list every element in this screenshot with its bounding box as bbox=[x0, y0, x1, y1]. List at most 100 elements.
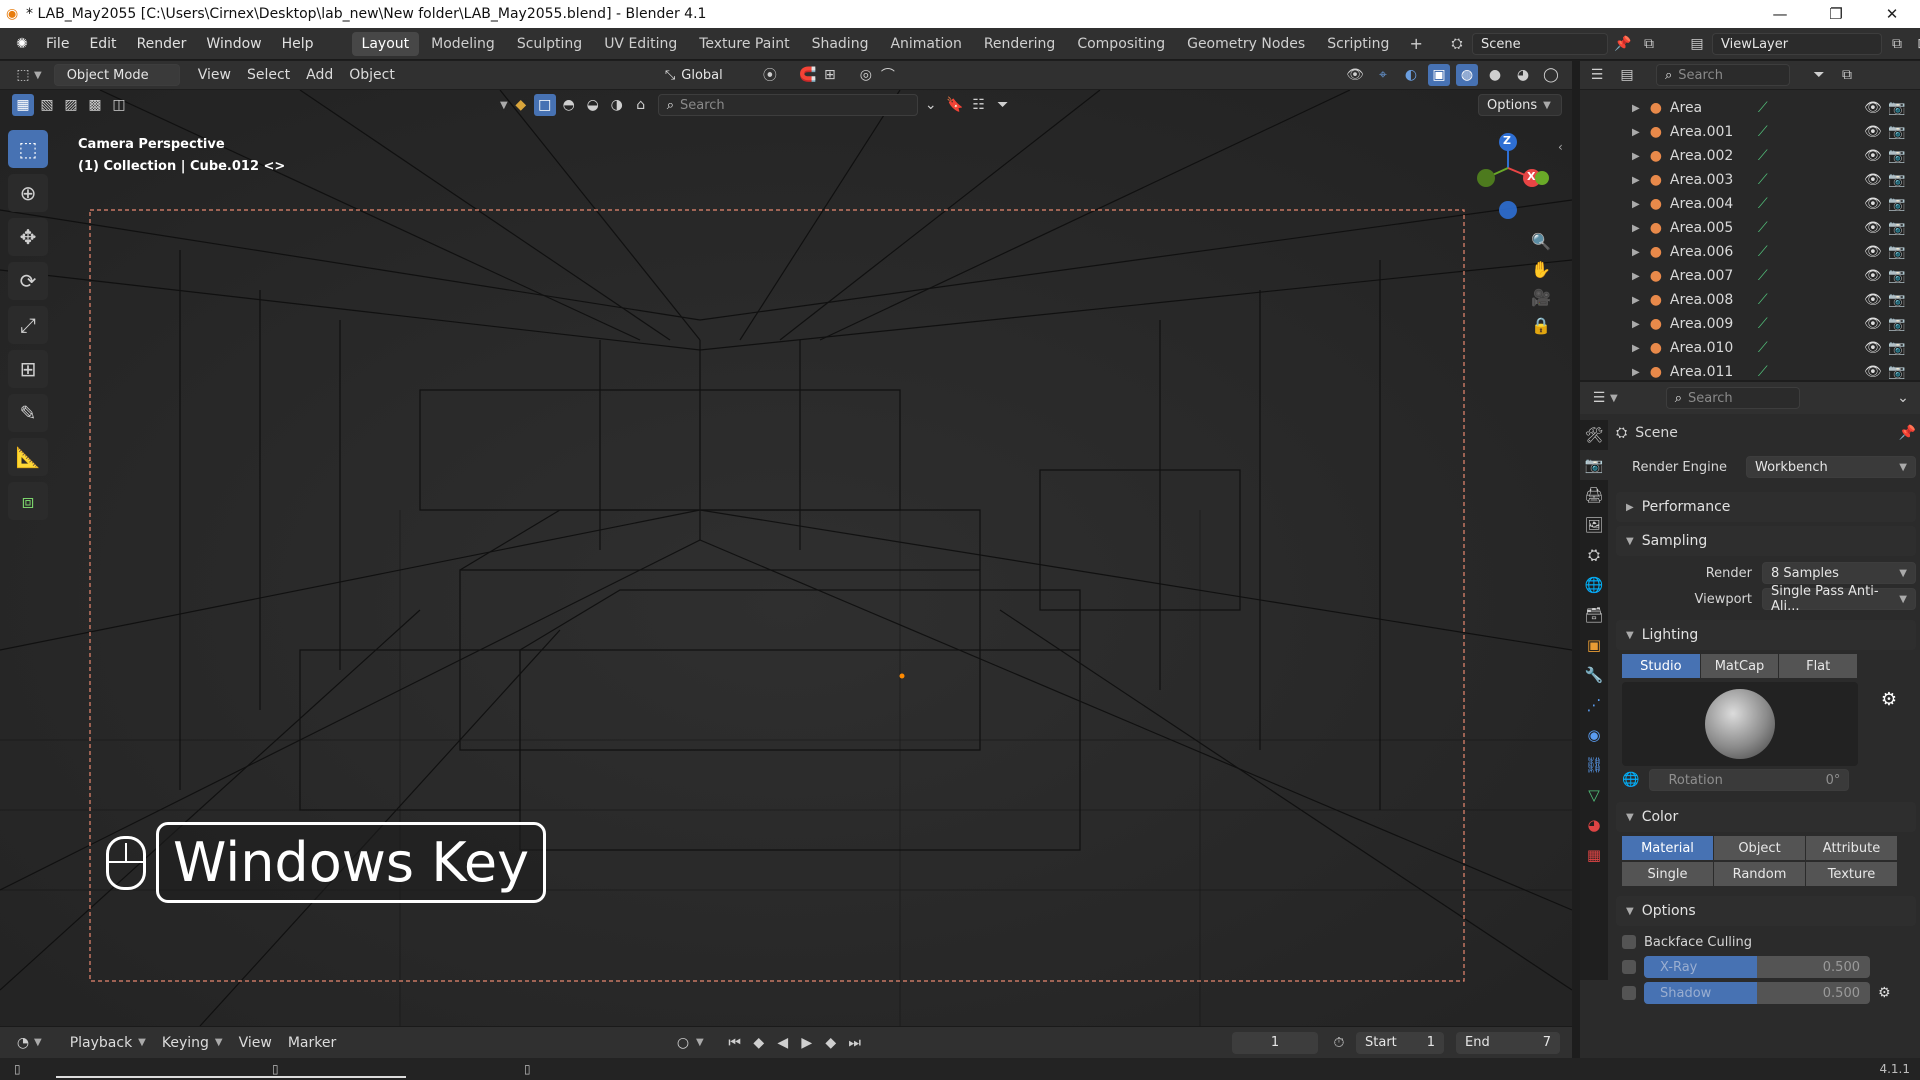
camera-render-icon[interactable]: 📷 bbox=[1888, 100, 1905, 116]
outliner-item[interactable]: ▶ ● Area.003 ⟋ 👁 📷 bbox=[1580, 168, 1920, 192]
eye-icon[interactable]: 👁 bbox=[1864, 172, 1882, 188]
visibility-icon[interactable]: 👁 bbox=[1344, 64, 1366, 86]
texture-tab-icon[interactable]: ▦ bbox=[1580, 840, 1608, 870]
lock-icon[interactable]: 🔒 bbox=[1530, 314, 1552, 336]
shadow-checkbox[interactable] bbox=[1622, 986, 1636, 1000]
rotate-tool-icon[interactable]: ⟳ bbox=[8, 262, 48, 300]
object-tab-icon[interactable]: ▣ bbox=[1580, 630, 1608, 660]
close-button[interactable]: ✕ bbox=[1864, 0, 1920, 28]
lighting-flat-button[interactable]: Flat bbox=[1779, 654, 1859, 678]
playback-menu[interactable]: Playback ▼ bbox=[62, 1032, 154, 1054]
mesh-filter-icon[interactable]: □ bbox=[533, 94, 556, 116]
display-options-icon[interactable]: ☷ bbox=[968, 94, 990, 116]
tab-scripting[interactable]: Scripting bbox=[1317, 32, 1399, 56]
eye-icon[interactable]: 👁 bbox=[1864, 220, 1882, 236]
color-material-button[interactable]: Material bbox=[1622, 836, 1714, 860]
color-random-button[interactable]: Random bbox=[1714, 862, 1806, 886]
current-frame-field[interactable]: 1 bbox=[1232, 1031, 1318, 1054]
collapse-sidebar-icon[interactable]: ‹ bbox=[1558, 140, 1563, 154]
camera-render-icon[interactable]: 📷 bbox=[1888, 364, 1905, 380]
pin-icon[interactable]: 📌 bbox=[1612, 33, 1634, 55]
physics-tab-icon[interactable]: ◉ bbox=[1580, 720, 1608, 750]
camera-render-icon[interactable]: 📷 bbox=[1888, 316, 1905, 332]
filter-color-icon[interactable]: ◆ bbox=[510, 94, 532, 116]
tab-uv-editing[interactable]: UV Editing bbox=[594, 32, 687, 56]
camera-render-icon[interactable]: 📷 bbox=[1888, 196, 1905, 212]
tab-modeling[interactable]: Modeling bbox=[421, 32, 505, 56]
constraints-tab-icon[interactable]: ⛓ bbox=[1580, 750, 1608, 780]
backface-culling-checkbox[interactable] bbox=[1622, 935, 1636, 949]
mode-dropdown[interactable]: Object Mode bbox=[53, 64, 180, 86]
stopwatch-icon[interactable]: ⏱ bbox=[1328, 1032, 1350, 1054]
studio-light-preview[interactable] bbox=[1622, 682, 1858, 766]
view-menu[interactable]: View bbox=[190, 64, 239, 86]
pivot-icon[interactable]: ⦿ bbox=[759, 64, 781, 86]
outliner-item[interactable]: ▶ ● Area.005 ⟋ 👁 📷 bbox=[1580, 216, 1920, 240]
eye-icon[interactable]: 👁 bbox=[1864, 148, 1882, 164]
proportional-edit-icon[interactable]: ◎ bbox=[855, 64, 877, 86]
outliner-item[interactable]: ▶ ● Area.006 ⟋ 👁 📷 bbox=[1580, 240, 1920, 264]
snap-icon[interactable]: 🧲 bbox=[797, 64, 819, 86]
menu-edit[interactable]: Edit bbox=[79, 28, 126, 60]
marker-menu[interactable]: Marker bbox=[280, 1032, 344, 1054]
camera-render-icon[interactable]: 📷 bbox=[1888, 220, 1905, 236]
chevron-right-icon[interactable]: ▶ bbox=[1632, 295, 1640, 306]
modifier-tab-icon[interactable]: 🔧 bbox=[1580, 660, 1608, 690]
start-frame-field[interactable]: Start 1 bbox=[1356, 1031, 1444, 1054]
xray-slider[interactable]: X-Ray 0.500 bbox=[1644, 956, 1870, 978]
new-scene-icon[interactable]: ⧉ bbox=[1638, 33, 1660, 55]
select-invert-icon[interactable]: ▩ bbox=[84, 94, 106, 116]
tab-animation[interactable]: Animation bbox=[880, 32, 971, 56]
eye-icon[interactable]: 👁 bbox=[1864, 364, 1882, 380]
rotation-field[interactable]: Rotation 0° bbox=[1649, 769, 1850, 791]
outliner-item[interactable]: ▶ ● Area.009 ⟋ 👁 📷 bbox=[1580, 312, 1920, 336]
collection-tab-icon[interactable]: 🗃 bbox=[1580, 600, 1608, 630]
shadow-slider[interactable]: Shadow 0.500 bbox=[1644, 982, 1870, 1004]
end-frame-field[interactable]: End 7 bbox=[1456, 1031, 1560, 1054]
eye-icon[interactable]: 👁 bbox=[1864, 268, 1882, 284]
display-mode-icon[interactable]: ▤ bbox=[1616, 64, 1638, 86]
record-icon[interactable]: ○ bbox=[672, 1032, 694, 1054]
outliner-item[interactable]: ▶ ● Area.011 ⟋ 👁 📷 bbox=[1580, 360, 1920, 384]
lighting-matcap-button[interactable]: MatCap bbox=[1700, 654, 1780, 678]
annotate-tool-icon[interactable]: ✎ bbox=[8, 394, 48, 432]
tab-sculpting[interactable]: Sculpting bbox=[507, 32, 592, 56]
camera-render-icon[interactable]: 📷 bbox=[1888, 268, 1905, 284]
select-subtract-icon[interactable]: ▨ bbox=[60, 94, 82, 116]
transform-tool-icon[interactable]: ⊞ bbox=[8, 350, 48, 388]
select-new-icon[interactable]: ▦ bbox=[12, 94, 34, 116]
rendered-shading-icon[interactable]: ◯ bbox=[1540, 64, 1562, 86]
eye-icon[interactable]: 👁 bbox=[1864, 316, 1882, 332]
filter-icon[interactable]: ⏷ bbox=[1808, 64, 1830, 86]
eye-icon[interactable]: 👁 bbox=[1864, 124, 1882, 140]
chevron-right-icon[interactable]: ▶ bbox=[1632, 223, 1640, 234]
tab-rendering[interactable]: Rendering bbox=[974, 32, 1066, 56]
chevron-right-icon[interactable]: ▶ bbox=[1632, 367, 1640, 378]
lighting-panel-header[interactable]: ▼ Lighting bbox=[1616, 620, 1916, 650]
outliner-item[interactable]: ▶ ● Area.001 ⟋ 👁 📷 bbox=[1580, 120, 1920, 144]
options-panel-header[interactable]: ▼ Options bbox=[1616, 896, 1916, 926]
wireframe-shading-icon[interactable]: ◍ bbox=[1456, 64, 1478, 86]
light-filter-icon[interactable]: ◓ bbox=[558, 94, 580, 116]
move-tool-icon[interactable]: ✥ bbox=[8, 218, 48, 256]
chevron-right-icon[interactable]: ▶ bbox=[1632, 103, 1640, 114]
chevron-right-icon[interactable]: ▶ bbox=[1632, 175, 1640, 186]
prev-keyframe-icon[interactable]: ◆ bbox=[748, 1032, 770, 1054]
color-single-button[interactable]: Single bbox=[1622, 862, 1714, 886]
color-panel-header[interactable]: ▼ Color bbox=[1616, 802, 1916, 832]
eye-icon[interactable]: 👁 bbox=[1864, 244, 1882, 260]
tab-compositing[interactable]: Compositing bbox=[1067, 32, 1175, 56]
minimize-button[interactable]: — bbox=[1752, 0, 1808, 28]
outliner-item[interactable]: ▶ ● Area.007 ⟋ 👁 📷 bbox=[1580, 264, 1920, 288]
material-shading-icon[interactable]: ◕ bbox=[1512, 64, 1534, 86]
camera-render-icon[interactable]: 📷 bbox=[1888, 148, 1905, 164]
new-collection-icon[interactable]: ⧉ bbox=[1836, 64, 1858, 86]
editor-type-icon[interactable]: ⬚ bbox=[12, 64, 34, 86]
gear-icon[interactable]: ⚙ bbox=[1878, 985, 1891, 1001]
add-menu[interactable]: Add bbox=[298, 64, 341, 86]
chevron-right-icon[interactable]: ▶ bbox=[1632, 199, 1640, 210]
falloff-icon[interactable]: ⌒ bbox=[877, 64, 899, 86]
remove-viewlayer-icon[interactable]: ⊟ bbox=[1912, 33, 1920, 55]
orientation-dropdown[interactable]: ⤡ Global bbox=[656, 64, 749, 86]
sampling-viewport-dropdown[interactable]: Single Pass Anti-Ali... ▼ bbox=[1762, 584, 1916, 614]
